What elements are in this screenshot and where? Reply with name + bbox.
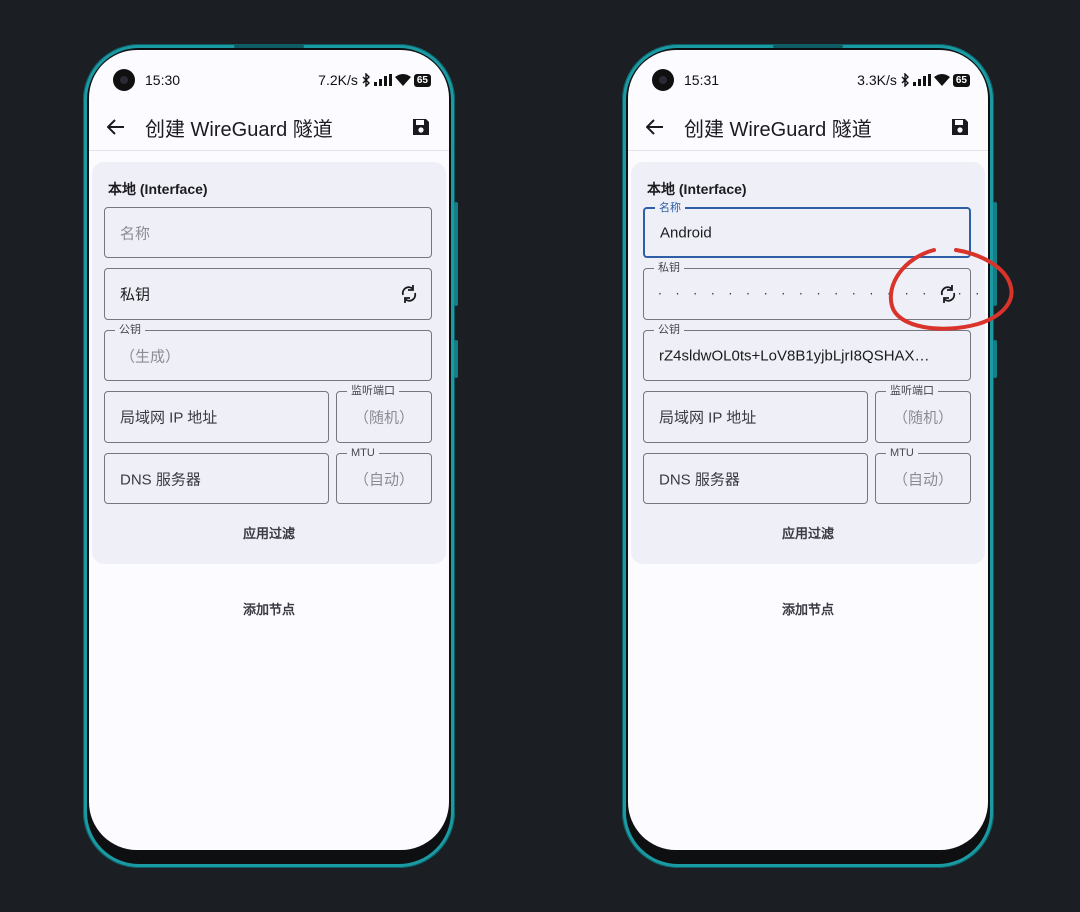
name-field[interactable]: 名称 xyxy=(104,207,432,258)
status-right: 3.3K/s 65 xyxy=(857,72,970,88)
status-bar: 15:31 3.3K/s 65 xyxy=(652,66,970,94)
lan-ip-placeholder: 局域网 IP 地址 xyxy=(120,409,218,427)
bluetooth-icon xyxy=(901,73,909,87)
back-arrow-icon xyxy=(107,119,124,135)
app-bar: 创建 WireGuard 隧道 xyxy=(628,104,988,150)
volume-button xyxy=(454,202,458,306)
apply-filter-button[interactable]: 应用过滤 xyxy=(92,523,446,542)
dns-placeholder: DNS 服务器 xyxy=(659,471,740,488)
signal-icon xyxy=(373,74,392,86)
section-title: 本地 (Interface) xyxy=(108,181,208,197)
mtu-placeholder: （自动） xyxy=(892,471,953,488)
generate-key-button[interactable] xyxy=(398,283,420,305)
listen-port-placeholder: （随机） xyxy=(892,409,953,427)
section-title: 本地 (Interface) xyxy=(647,181,747,197)
private-key-placeholder: 私钥 xyxy=(120,286,151,304)
listen-port-label: 监听端口 xyxy=(347,384,399,398)
status-bar: 15:30 7.2K/s 65 xyxy=(113,66,431,94)
mtu-label: MTU xyxy=(886,446,918,460)
screen: 15:30 7.2K/s 65 创建 WireGuard 隧道 本地 (Inte… xyxy=(89,50,449,850)
status-time: 15:31 xyxy=(684,72,720,88)
back-button[interactable] xyxy=(642,114,668,140)
interface-card: 本地 (Interface) 名称 Android 私钥 · · · · · ·… xyxy=(631,162,988,564)
add-peer-button[interactable]: 添加节点 xyxy=(628,599,988,618)
appbar-divider xyxy=(89,150,449,151)
back-button[interactable] xyxy=(103,114,129,140)
private-key-field[interactable]: 私钥 xyxy=(104,268,432,320)
listen-port-placeholder: （随机） xyxy=(353,409,414,427)
lan-ip-placeholder: 局域网 IP 地址 xyxy=(659,409,757,427)
add-peer-button[interactable]: 添加节点 xyxy=(89,599,449,618)
battery-badge: 65 xyxy=(413,73,431,87)
save-icon xyxy=(413,119,429,135)
mtu-label: MTU xyxy=(347,446,379,460)
name-value: Android xyxy=(660,224,712,241)
annotation-circle xyxy=(888,248,1014,331)
phone-right: 15:31 3.3K/s 65 创建 WireGuard 隧道 本地 (Inte… xyxy=(622,44,997,868)
refresh-icon xyxy=(401,285,417,303)
public-key-label: 公钥 xyxy=(654,323,684,337)
mtu-placeholder: （自动） xyxy=(353,471,414,488)
status-right: 7.2K/s 65 xyxy=(318,72,431,88)
lan-ip-field[interactable]: 局域网 IP 地址 xyxy=(643,391,868,443)
screen: 15:31 3.3K/s 65 创建 WireGuard 隧道 本地 (Inte… xyxy=(628,50,988,850)
wifi-icon xyxy=(933,74,950,86)
name-label: 名称 xyxy=(655,201,685,215)
network-speed: 3.3K/s xyxy=(857,72,897,88)
save-icon xyxy=(952,119,968,135)
dns-field[interactable]: DNS 服务器 xyxy=(104,453,329,504)
dns-placeholder: DNS 服务器 xyxy=(120,471,201,488)
save-button[interactable] xyxy=(948,115,972,139)
phone-left: 15:30 7.2K/s 65 创建 WireGuard 隧道 本地 (Inte… xyxy=(83,44,458,868)
public-key-placeholder: （生成） xyxy=(120,348,181,365)
save-button[interactable] xyxy=(409,115,433,139)
public-key-field[interactable]: 公钥 （生成） xyxy=(104,323,432,381)
signal-icon xyxy=(912,74,931,86)
front-camera xyxy=(113,69,135,91)
listen-port-field[interactable]: 监听端口 （随机） xyxy=(336,384,432,443)
name-placeholder: 名称 xyxy=(120,225,151,242)
page-title: 创建 WireGuard 隧道 xyxy=(684,118,872,141)
app-bar: 创建 WireGuard 隧道 xyxy=(89,104,449,150)
public-key-field[interactable]: 公钥 rZ4sldwOL0ts+LoV8B1yjbLjrI8QSHAX… xyxy=(643,323,971,381)
mtu-field[interactable]: MTU （自动） xyxy=(875,446,971,504)
front-camera xyxy=(652,69,674,91)
mtu-field[interactable]: MTU （自动） xyxy=(336,446,432,504)
listen-port-field[interactable]: 监听端口 （随机） xyxy=(875,384,971,443)
public-key-value: rZ4sldwOL0ts+LoV8B1yjbLjrI8QSHAX… xyxy=(659,347,930,364)
listen-port-label: 监听端口 xyxy=(886,384,938,398)
appbar-divider xyxy=(628,150,988,151)
interface-card: 本地 (Interface) 名称 私钥 公钥 （生成） 局域网 IP 地址 监… xyxy=(92,162,446,564)
public-key-label: 公钥 xyxy=(115,323,145,337)
power-button xyxy=(454,340,458,378)
page-title: 创建 WireGuard 隧道 xyxy=(145,118,333,141)
wifi-icon xyxy=(394,74,411,86)
bluetooth-icon xyxy=(362,73,370,87)
battery-badge: 65 xyxy=(952,73,970,87)
network-speed: 7.2K/s xyxy=(318,72,358,88)
back-arrow-icon xyxy=(646,119,663,135)
private-key-label: 私钥 xyxy=(654,261,684,275)
apply-filter-button[interactable]: 应用过滤 xyxy=(631,523,985,542)
status-time: 15:30 xyxy=(145,72,181,88)
power-button xyxy=(993,340,997,378)
dns-field[interactable]: DNS 服务器 xyxy=(643,453,868,504)
lan-ip-field[interactable]: 局域网 IP 地址 xyxy=(104,391,329,443)
